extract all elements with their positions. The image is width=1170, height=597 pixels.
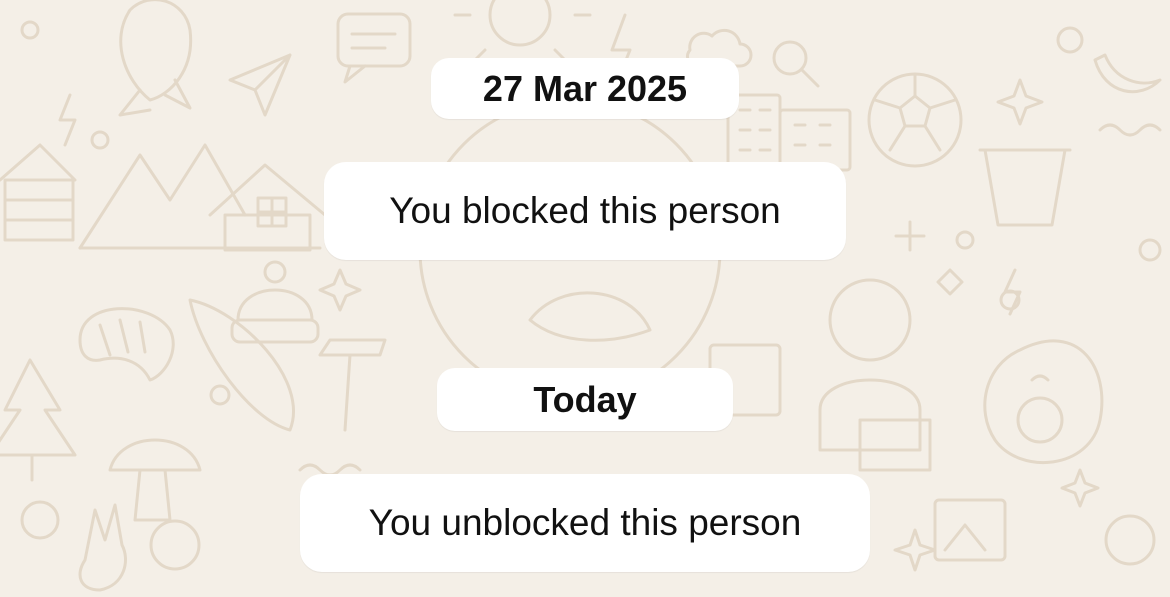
wave-doodle <box>1098 123 1162 137</box>
tree-doodle <box>0 358 77 482</box>
sun-doodle <box>453 0 592 62</box>
chat-bubble-doodle <box>336 12 412 84</box>
shrimp-doodle <box>78 307 175 382</box>
system-message-unblocked: You unblocked this person <box>300 474 870 572</box>
building-doodle <box>726 93 852 172</box>
plus-doodle <box>894 220 926 252</box>
dot-doodle <box>955 230 975 250</box>
dot-doodle <box>90 130 110 150</box>
mountain-house-doodle <box>78 143 327 252</box>
dot-doodle <box>209 384 231 406</box>
dot-doodle <box>1104 514 1156 566</box>
dot-doodle <box>20 500 60 540</box>
sparkle-doodle <box>1060 468 1100 508</box>
soccer-ball-doodle <box>867 72 963 168</box>
diamond-doodle <box>936 268 964 296</box>
peace-hand-doodle <box>78 503 127 592</box>
paper-plane-doodle <box>228 53 292 117</box>
system-message-text: You unblocked this person <box>368 502 802 543</box>
banana-doodle <box>1093 53 1162 94</box>
lightning-doodle <box>58 93 77 147</box>
system-message-blocked: You blocked this person <box>324 162 846 260</box>
date-separator: Today <box>437 368 733 431</box>
rocket-doodle <box>118 0 193 117</box>
frame-doodle <box>933 498 1007 562</box>
mushroom-doodle <box>108 438 202 522</box>
dot-doodle <box>1138 238 1162 262</box>
avocado-doodle <box>983 339 1104 464</box>
hammer-doodle <box>318 338 387 432</box>
person-laptop-doodle <box>708 278 932 472</box>
dot-doodle <box>20 20 40 40</box>
leaf-doodle <box>528 291 652 342</box>
date-separator: 27 Mar 2025 <box>431 58 739 119</box>
system-message-text: You blocked this person <box>389 190 781 231</box>
date-separator-label: 27 Mar 2025 <box>482 67 688 109</box>
flower-pot-doodle <box>978 148 1072 227</box>
magnifier-doodle <box>772 40 820 88</box>
sparkle-doodle <box>318 268 362 312</box>
cabin-doodle <box>0 143 77 242</box>
date-separator-label: Today <box>533 378 637 420</box>
dot-doodle <box>1056 26 1084 54</box>
star-doodle <box>996 78 1044 126</box>
sparkle-doodle <box>893 528 937 572</box>
dot-doodle <box>149 519 201 571</box>
